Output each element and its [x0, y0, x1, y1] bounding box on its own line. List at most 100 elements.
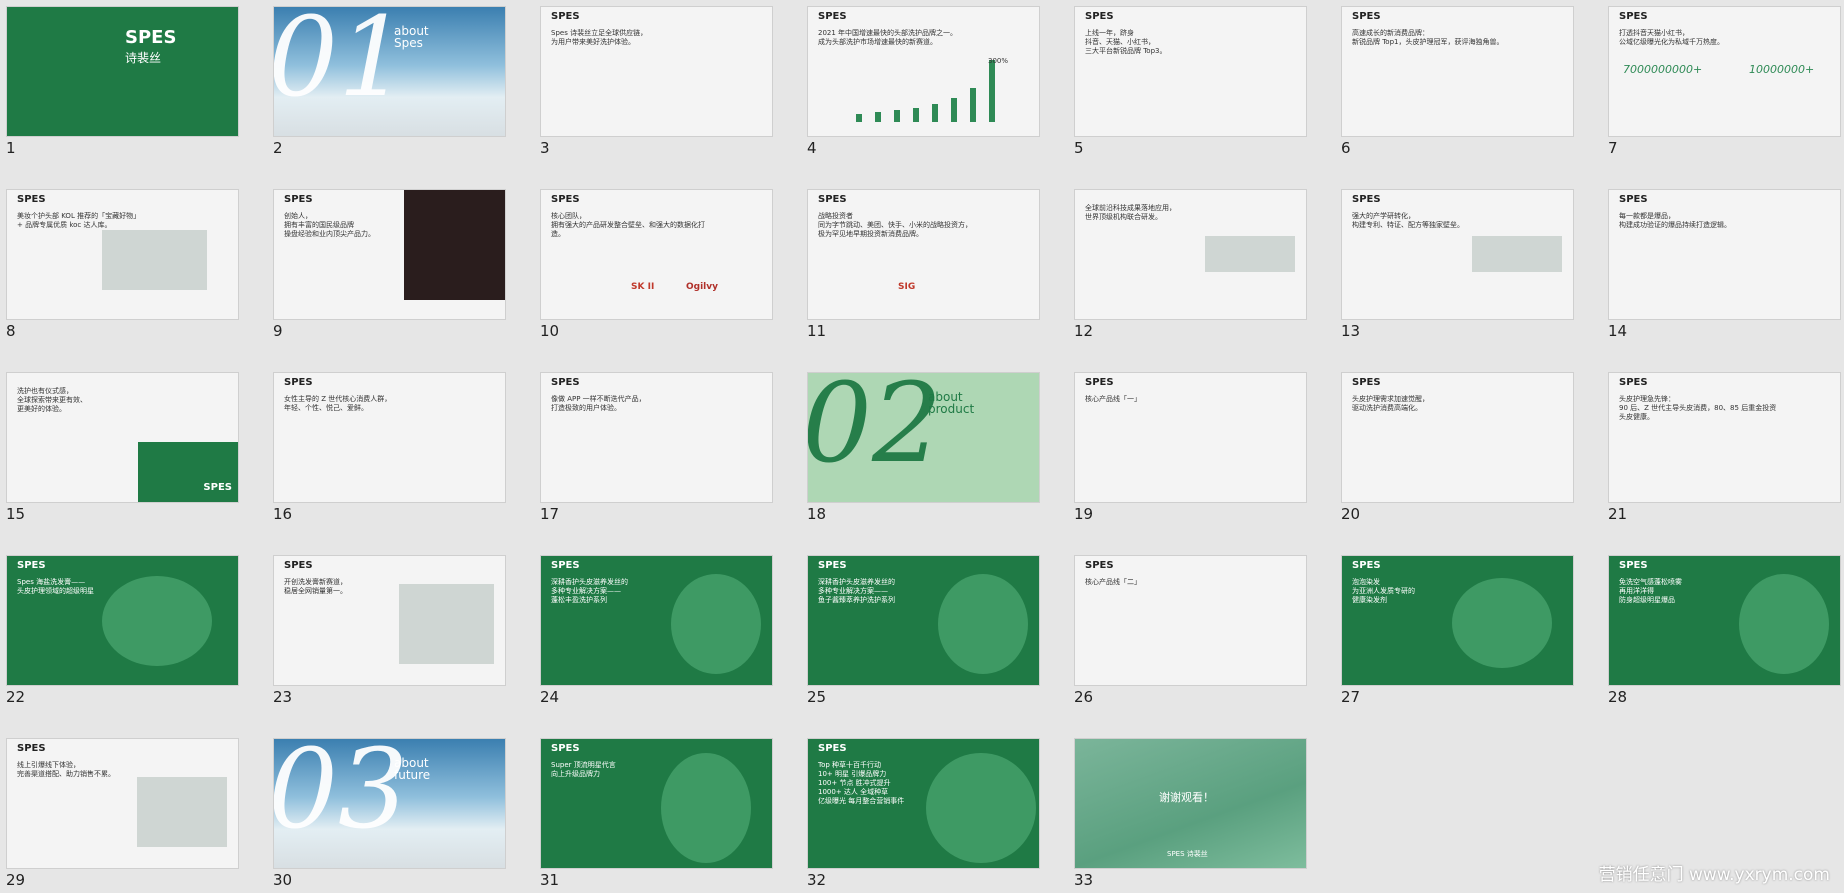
- slide-thumbnail[interactable]: 谢谢观看！ SPES 诗裴丝: [1074, 738, 1307, 869]
- slide-thumbnail[interactable]: 全球前沿科技成果落地应用， 世界顶级机构联合研发。: [1074, 189, 1307, 320]
- slide-thumbnail[interactable]: SPES 诗裴丝: [6, 6, 239, 137]
- brand-mark: SPES: [1619, 194, 1648, 205]
- slide-thumbnail[interactable]: SPES 核心产品线「二」: [1074, 555, 1307, 686]
- brand-mark: SPES: [818, 11, 847, 22]
- brand-mark: SPES: [818, 560, 847, 571]
- brand-mark: SPES: [1619, 11, 1648, 22]
- slide-number: 6: [1341, 139, 1351, 157]
- slide-text: 核心产品线「一」: [1085, 395, 1141, 403]
- slide-number: 27: [1341, 688, 1361, 706]
- slide-text: Spes 诗裴丝立足全球供应链， 为用户带来美好洗护体验。: [551, 29, 648, 46]
- green-block: [138, 442, 238, 502]
- slide-number: 15: [6, 505, 26, 523]
- brand-mark: SPES: [551, 194, 580, 205]
- illustration-image: [102, 230, 207, 290]
- slide-thumbnail[interactable]: 洗护也有仪式感， 全球探索带来更有效、 更美好的体验。 SPES: [6, 372, 239, 503]
- slide-thumbnail[interactable]: 03 about future: [273, 738, 506, 869]
- slide-corner-brand: SPES: [203, 482, 232, 493]
- slide-thumbnail[interactable]: SPES 每一款都是爆品， 构建成功验证的爆品持续打造逻辑。: [1608, 189, 1841, 320]
- brand-mark: SPES: [1619, 377, 1648, 388]
- slide-thumbnail[interactable]: SPES 美妆个护头部 KOL 推荐的「宝藏好物」 + 品牌专属优质 koc 达人…: [6, 189, 239, 320]
- slide-number: 3: [540, 139, 550, 157]
- brand-mark: SPES: [1619, 560, 1648, 571]
- chart-bar: [951, 98, 957, 122]
- brand-mark: SPES: [818, 743, 847, 754]
- slide-text: 上线一年，跻身 抖音、天猫、小红书， 三大平台新锐品牌 Top3。: [1085, 29, 1167, 55]
- section-about: about Spes: [394, 24, 429, 50]
- slide-thumbnail[interactable]: SPES 高速成长的新消费品牌： 新锐品牌 Top1，头皮护理冠军，获评海独角兽。: [1341, 6, 1574, 137]
- slide-thumbnail[interactable]: SPES 头皮护理急先锋： 90 后、Z 世代主导头皮消费，80、85 后重金投资…: [1608, 372, 1841, 503]
- slide-text: 高速成长的新消费品牌： 新锐品牌 Top1，头皮护理冠军，获评海独角兽。: [1352, 29, 1504, 46]
- slide-thumbnail[interactable]: SPES 深耕香护头皮滋养发丝的 多种专业解决方案—— 蓬松丰盈洗护系列: [540, 555, 773, 686]
- brand-mark: SPES: [1352, 377, 1381, 388]
- brand-mark: SPES: [551, 11, 580, 22]
- slide-thumbnail[interactable]: SPES 核心团队， 拥有强大的产品研发整合壁垒、和强大的数据化打造。 SK II O…: [540, 189, 773, 320]
- section-about: about product: [928, 390, 975, 416]
- illustration-image: [1472, 236, 1562, 272]
- slide-thumbnail[interactable]: 02 about product: [807, 372, 1040, 503]
- slide-thumbnail[interactable]: SPES 2021 年中国增速最快的头部洗护品牌之一。 成为头部洗护市场增速最快的…: [807, 6, 1040, 137]
- slide-number: 31: [540, 871, 560, 889]
- slide-number: 30: [273, 871, 293, 889]
- brand-mark: SPES: [551, 743, 580, 754]
- slide-number: 4: [807, 139, 817, 157]
- chart-bar: [970, 88, 976, 122]
- chart-bar: [913, 108, 919, 122]
- illustration-image: [137, 777, 227, 847]
- slide-text: 战略投资者 同为字节跳动、美团、快手、小米的战略投资方， 极为罕见地早期投资新消…: [818, 212, 972, 238]
- slide-text: 强大的产学研转化， 构建专利、特证、配方等独家壁垒。: [1352, 212, 1464, 229]
- brand-mark: SPES: [1085, 11, 1114, 22]
- illustration-image: [1739, 574, 1829, 674]
- slide-text: 头皮护理急先锋： 90 后、Z 世代主导头皮消费，80、85 后重金投资头皮健康…: [1619, 395, 1777, 421]
- illustration-image: [102, 576, 212, 666]
- slide-thumbnail[interactable]: SPES 战略投资者 同为字节跳动、美团、快手、小米的战略投资方， 极为罕见地早期…: [807, 189, 1040, 320]
- slide-thumbnail[interactable]: SPES 免洗空气感蓬松喷雾 再用洋洋得 防身超级明星爆品: [1608, 555, 1841, 686]
- slide-thumbnail[interactable]: SPES 线上引爆线下体验， 完善渠道搭配、助力销售不累。: [6, 738, 239, 869]
- slide-thumbnail[interactable]: SPES泡泡染发 为亚洲人发质专研的 健康染发剂BUBBLE: [1341, 555, 1574, 686]
- slide-number: 2: [273, 139, 283, 157]
- slide-number: 26: [1074, 688, 1094, 706]
- section-number: 03: [273, 738, 408, 853]
- slide-thumbnail[interactable]: SPES 上线一年，跻身 抖音、天猫、小红书， 三大平台新锐品牌 Top3。: [1074, 6, 1307, 137]
- chart-bar: [856, 114, 862, 122]
- slide-thumbnail[interactable]: SPES Spes 海盐洗发膏—— 头皮护理领域的超级明星: [6, 555, 239, 686]
- slide-thumbnail[interactable]: SPES 开创洗发膏新赛道， 稳居全网销量第一。: [273, 555, 506, 686]
- slide-text: 女性主导的 Z 世代核心消费人群， 年轻、个性、悦己、爱鲜。: [284, 395, 392, 412]
- illustration-image: [404, 190, 505, 300]
- brand-mark: SPES: [1085, 560, 1114, 571]
- brand-mark: SPES: [1352, 194, 1381, 205]
- illustration-image: [926, 753, 1036, 863]
- slide-thumbnail[interactable]: SPES 深耕香护头皮滋养发丝的 多种专业解决方案—— 鱼子酱臻萃养护洗护系列: [807, 555, 1040, 686]
- slide-thumbnail[interactable]: SPES Top 种草十百千行动 10+ 明星 引爆品牌力 100+ 节点 胜冲式…: [807, 738, 1040, 869]
- brand-mark: SPES: [551, 377, 580, 388]
- slide-thumbnail[interactable]: SPES Spes 诗裴丝立足全球供应链， 为用户带来美好洗护体验。: [540, 6, 773, 137]
- brand-mark: SPES: [17, 194, 46, 205]
- slide-thumbnail[interactable]: SPES 强大的产学研转化， 构建专利、特证、配方等独家壁垒。: [1341, 189, 1574, 320]
- slide-thumbnail[interactable]: SPES 打透抖音天猫小红书， 公域亿级曝光化为私域千万热度。 7000000000…: [1608, 6, 1841, 137]
- slide-thumbnail[interactable]: SPES 像做 APP 一样不断迭代产品， 打造极致的用户体验。: [540, 372, 773, 503]
- slide-number: 16: [273, 505, 293, 523]
- illustration-image: [661, 753, 751, 863]
- slide-thumbnail[interactable]: SPES 核心产品线「一」: [1074, 372, 1307, 503]
- slide-number: 29: [6, 871, 26, 889]
- brand-mark: SPES: [1352, 560, 1381, 571]
- slide-number: 18: [807, 505, 827, 523]
- chart-bar: [875, 112, 881, 122]
- slide-thumbnail[interactable]: 01 about Spes: [273, 6, 506, 137]
- slide-thumbnail[interactable]: SPES 头皮护理需求加速觉醒， 驱动洗护消费高端化。: [1341, 372, 1574, 503]
- section-number: 02: [807, 372, 942, 487]
- slide-text: 洗护也有仪式感， 全球探索带来更有效、 更美好的体验。: [17, 387, 87, 413]
- brand-mark: SPES: [1352, 11, 1381, 22]
- slide-number: 23: [273, 688, 293, 706]
- slide-thumbnail[interactable]: SPES 创始人， 拥有丰富的国民级品牌 操盘经验和业内顶尖产品力。: [273, 189, 506, 320]
- slide-thumbnail[interactable]: SPES Super 顶流明星代言 向上升级品牌力: [540, 738, 773, 869]
- slide-number: 33: [1074, 871, 1094, 889]
- slide-text: 打透抖音天猫小红书， 公域亿级曝光化为私域千万热度。: [1619, 29, 1724, 46]
- slide-number: 19: [1074, 505, 1094, 523]
- slide-number: 14: [1608, 322, 1628, 340]
- slide-thumbnail[interactable]: SPES 女性主导的 Z 世代核心消费人群， 年轻、个性、悦己、爱鲜。: [273, 372, 506, 503]
- chart-bar: [932, 104, 938, 122]
- illustration-image: [399, 584, 494, 664]
- partner-logo: SK II: [631, 282, 655, 292]
- brand-mark: SPES: [818, 194, 847, 205]
